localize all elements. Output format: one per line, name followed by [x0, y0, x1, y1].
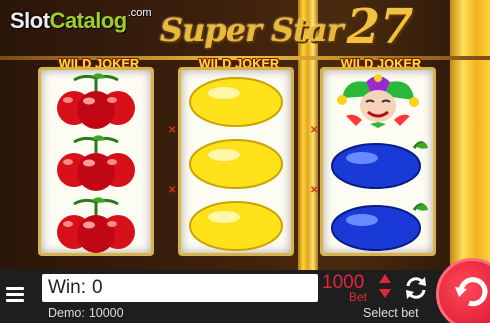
- cherries-icon: [57, 197, 135, 253]
- brand-slot: Slot: [10, 8, 50, 33]
- reel-separator-icon: ✕: [310, 125, 319, 136]
- demo-label: Demo:: [48, 306, 85, 320]
- hamburger-menu-icon[interactable]: [6, 287, 24, 303]
- lemon-icon: [189, 77, 283, 127]
- reel-1: [38, 67, 154, 256]
- lemon-symbol: [181, 132, 291, 194]
- title-name: Super Star: [160, 11, 344, 50]
- cherries-symbol: [41, 194, 151, 256]
- joker-icon: [337, 74, 419, 128]
- spin-icon: [455, 277, 488, 307]
- title-number: 27: [346, 0, 414, 55]
- reel-3: [320, 67, 436, 256]
- brand-catalog: Catalog: [49, 8, 128, 33]
- cherries-symbol: [41, 70, 151, 132]
- reel-separator-icon: ✕: [168, 185, 177, 196]
- cherries-icon: [57, 73, 135, 129]
- reel-2: [178, 67, 294, 256]
- spin-button[interactable]: [436, 258, 490, 323]
- autoplay-refresh-icon[interactable]: [402, 274, 430, 302]
- bet-label: Bet: [349, 290, 368, 304]
- plum-icon: [331, 141, 428, 189]
- cherries-icon: [57, 135, 135, 191]
- reel-separator-icon: ✕: [168, 125, 177, 136]
- demo-value: 10000: [88, 306, 124, 320]
- game-area: Super Star 27 Slot Catalog .com WILD JOK…: [0, 0, 490, 270]
- reel-separator-icon: ✕: [310, 185, 319, 196]
- joker-symbol: [323, 70, 433, 132]
- brand-com: .com: [127, 7, 152, 19]
- plum-symbol: [323, 132, 433, 194]
- win-value: 0: [92, 277, 103, 298]
- lemon-icon: [189, 139, 283, 189]
- control-bar: Win: 0 Demo: 10000 1000 Bet Select bet: [0, 258, 490, 323]
- game-title: Super Star 27: [160, 0, 414, 55]
- bet-arrows-icon[interactable]: [378, 273, 392, 299]
- plum-icon: [331, 203, 428, 251]
- win-display: Win: 0: [42, 274, 318, 302]
- lemon-symbol: [181, 70, 291, 132]
- plum-symbol: [323, 194, 433, 256]
- slotcatalog-watermark: Slot Catalog .com: [10, 7, 152, 36]
- gold-stripe-right: [450, 0, 490, 270]
- select-bet-label[interactable]: Select bet: [363, 306, 419, 320]
- lemon-symbol: [181, 194, 291, 256]
- cherries-symbol: [41, 132, 151, 194]
- demo-balance: Demo: 10000: [48, 306, 124, 320]
- lemon-icon: [189, 201, 283, 251]
- win-label: Win:: [48, 277, 86, 298]
